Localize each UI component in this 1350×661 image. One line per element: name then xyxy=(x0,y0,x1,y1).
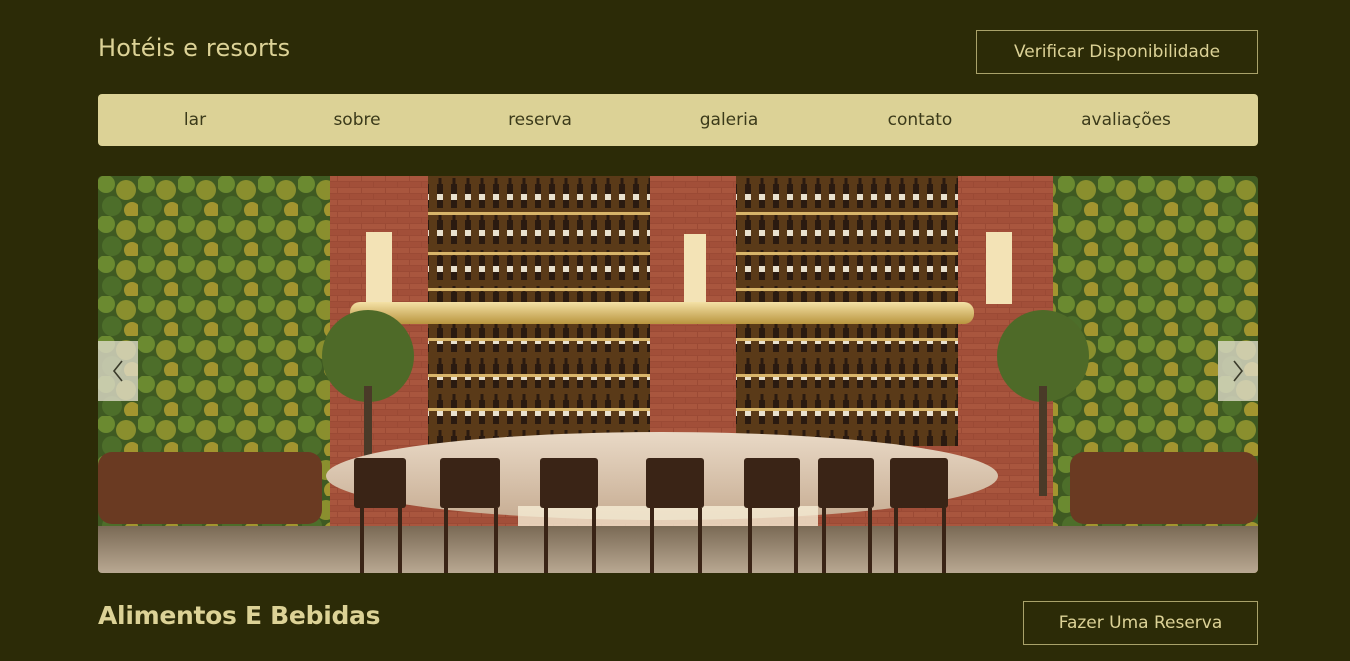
site-title: Hotéis e resorts xyxy=(98,34,291,62)
carousel-prev-button[interactable] xyxy=(98,341,138,401)
nav-item-reviews[interactable]: avaliações xyxy=(1081,94,1171,146)
bar-restaurant-photo xyxy=(98,176,1258,573)
carousel-next-button[interactable] xyxy=(1218,341,1258,401)
section-title: Alimentos E Bebidas xyxy=(98,601,381,630)
nav-item-home[interactable]: lar xyxy=(184,94,206,146)
nav-item-about[interactable]: sobre xyxy=(333,94,380,146)
nav-item-booking[interactable]: reserva xyxy=(508,94,572,146)
nav-item-gallery[interactable]: galeria xyxy=(700,94,759,146)
make-reservation-button[interactable]: Fazer Uma Reserva xyxy=(1023,601,1258,645)
chevron-left-icon xyxy=(112,360,123,382)
nav-item-contact[interactable]: contato xyxy=(888,94,953,146)
check-availability-button[interactable]: Verificar Disponibilidade xyxy=(976,30,1258,74)
chevron-right-icon xyxy=(1233,360,1244,382)
main-navbar: lar sobre reserva galeria contato avalia… xyxy=(98,94,1258,146)
image-carousel xyxy=(98,176,1258,573)
